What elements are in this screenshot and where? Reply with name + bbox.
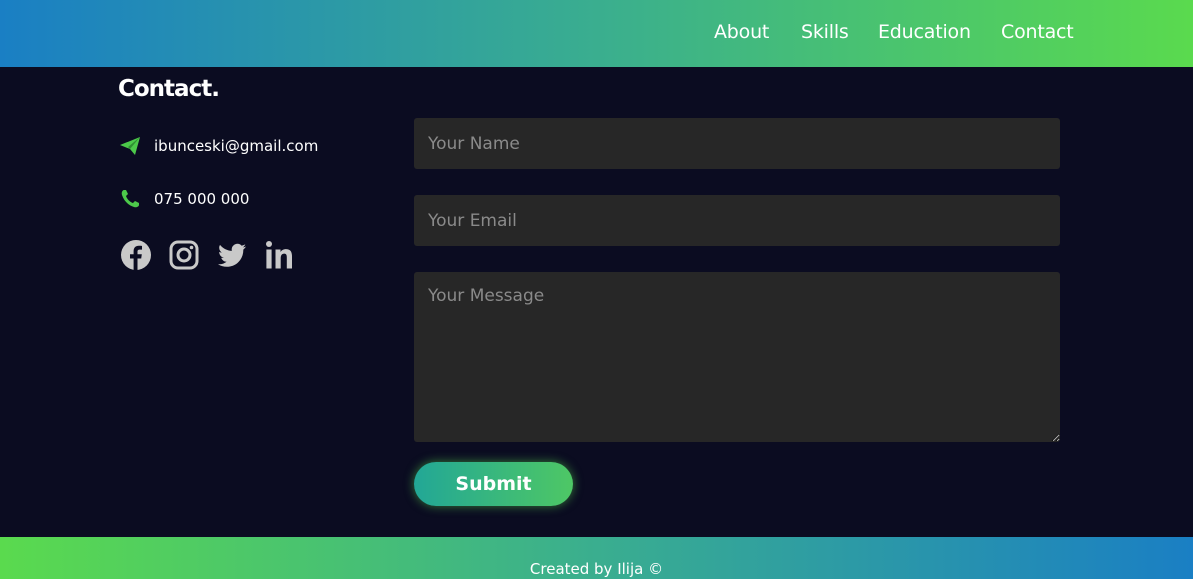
nav-link-about[interactable]: About xyxy=(714,21,769,43)
paper-plane-icon xyxy=(120,137,140,155)
contact-section: Contact. ibunceski@gmail.com 075 000 000 xyxy=(0,67,1193,537)
message-textarea[interactable] xyxy=(414,272,1060,442)
twitter-icon[interactable] xyxy=(216,239,248,271)
nav-link-skills[interactable]: Skills xyxy=(801,21,849,43)
facebook-icon[interactable] xyxy=(120,239,152,271)
page-footer: Created by Ilija © xyxy=(0,537,1193,579)
section-title: Contact. xyxy=(118,76,220,102)
footer-credit: Created by Ilija © xyxy=(529,560,664,578)
email-row: ibunceski@gmail.com xyxy=(118,134,318,158)
contact-phone[interactable]: 075 000 000 xyxy=(154,190,249,208)
linkedin-icon[interactable] xyxy=(264,239,296,271)
nav-link-contact[interactable]: Contact xyxy=(1001,21,1074,43)
instagram-icon[interactable] xyxy=(168,239,200,271)
phone-row: 075 000 000 xyxy=(118,187,249,211)
contact-email[interactable]: ibunceski@gmail.com xyxy=(154,137,318,155)
top-navbar: About Skills Education Contact xyxy=(0,0,1193,67)
phone-icon xyxy=(121,190,139,208)
name-input[interactable] xyxy=(414,118,1060,169)
email-input[interactable] xyxy=(414,195,1060,246)
nav-link-education[interactable]: Education xyxy=(878,21,971,43)
submit-button[interactable]: Submit xyxy=(414,462,573,506)
